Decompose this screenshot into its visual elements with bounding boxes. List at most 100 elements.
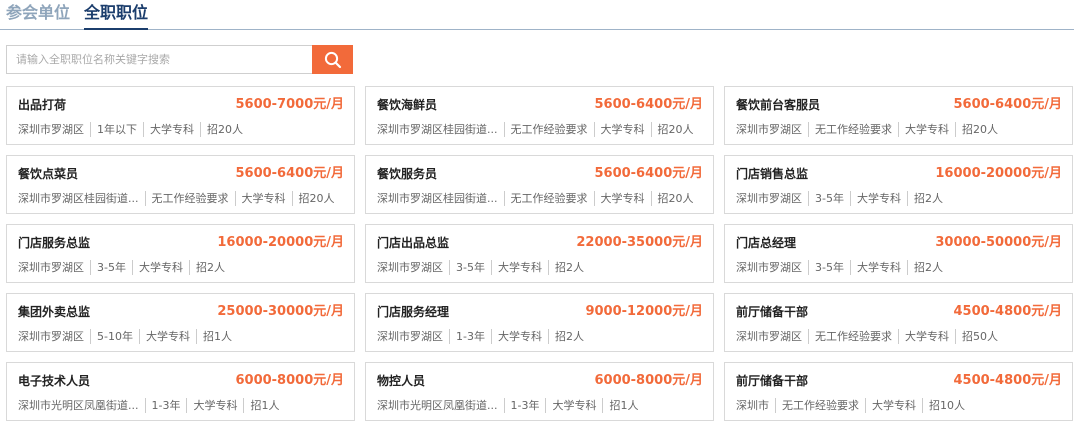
job-card[interactable]: 前厅储备干部 4500-4800元/月 深圳市 无工作经验要求 大学专科 招10人 [724, 362, 1073, 421]
job-title[interactable]: 电子技术人员 [18, 373, 90, 390]
job-location: 深圳市罗湖区 [736, 192, 802, 205]
tab-bar: 参会单位 全职职位 [0, 0, 1074, 30]
job-card[interactable]: 集团外卖总监 25000-30000元/月 深圳市罗湖区 5-10年 大学专科 招1人 [6, 293, 355, 352]
job-experience: 无工作经验要求 [503, 122, 594, 137]
job-meta: 深圳市罗湖区 5-10年 大学专科 招1人 [18, 329, 238, 344]
job-experience: 无工作经验要求 [503, 191, 594, 206]
job-meta: 深圳市罗湖区 3-5年 大学专科 招2人 [736, 260, 949, 275]
job-card[interactable]: 电子技术人员 6000-8000元/月 深圳市光明区凤凰街道... 1-3年 大学专科招… [6, 362, 355, 421]
job-card[interactable]: 餐饮服务员 5600-6400元/月 深圳市罗湖区桂园街道... 无工作经验要求 大学专… [365, 155, 714, 214]
tab-fulltime-jobs[interactable]: 全职职位 [84, 2, 149, 30]
job-salary: 5600-6400元/月 [953, 97, 1062, 112]
job-headcount: 招1人 [195, 329, 238, 344]
job-card[interactable]: 前厅储备干部 4500-4800元/月 深圳市罗湖区 无工作经验要求 大学专科 招50人 [724, 293, 1073, 352]
job-experience: 无工作经验要求 [775, 398, 865, 413]
job-education: 大学专科 [143, 122, 200, 137]
job-headcount: 招2人 [547, 260, 590, 275]
job-salary: 4500-4800元/月 [953, 373, 1062, 388]
job-title[interactable]: 出品打荷 [18, 97, 66, 114]
job-education: 大学专科 [593, 191, 651, 206]
search-bar [6, 45, 353, 74]
job-experience: 1-3年 [503, 398, 546, 413]
job-headcount: 招20人 [650, 122, 700, 137]
job-location: 深圳市罗湖区 [18, 330, 84, 343]
job-location: 深圳市 [736, 399, 769, 412]
job-card[interactable]: 餐饮前台客服员 5600-6400元/月深圳市罗湖区 无工作经验要求 大学专科 招20人 [724, 86, 1073, 145]
job-title[interactable]: 物控人员 [377, 373, 425, 390]
job-card[interactable]: 门店销售总监 16000-20000元/月 深圳市罗湖区 3-5年 大学专科 招2人 [724, 155, 1073, 214]
job-headcount: 招2人 [906, 260, 949, 275]
job-card[interactable]: 门店服务总监 16000-20000元/月深圳市罗湖区 3-5年 大学专科 招2人 [6, 224, 355, 283]
job-salary: 16000-20000元/月 [935, 166, 1062, 181]
job-meta: 深圳市罗湖区 3-5年 大学专科 招2人 [377, 260, 590, 275]
job-education: 大学专科 [186, 398, 243, 413]
job-education: 大学专科 [545, 398, 602, 413]
job-education: 大学专科 [898, 122, 955, 137]
job-experience: 3-5年 [808, 191, 850, 206]
job-title[interactable]: 门店总经理 [736, 235, 796, 252]
job-experience: 1年以下 [90, 122, 143, 137]
job-location: 深圳市罗湖区 [736, 261, 802, 274]
job-education: 大学专科 [138, 329, 196, 344]
job-salary: 6000-8000元/月 [235, 373, 344, 388]
job-location: 深圳市罗湖区桂园街道... [377, 123, 498, 136]
job-title[interactable]: 前厅储备干部 [736, 304, 808, 321]
job-meta: 深圳市罗湖区 3-5年 大学专科 招2人 [18, 260, 231, 275]
job-experience: 1-3年 [449, 329, 491, 344]
job-meta: 深圳市罗湖区 1年以下 大学专科 招20人 [18, 122, 249, 137]
job-card[interactable]: 餐饮点菜员 5600-6400元/月深圳市罗湖区桂园街道... 无工作经验要求 大学专… [6, 155, 355, 214]
job-location: 深圳市光明区凤凰街道... [377, 399, 498, 412]
job-headcount: 招2人 [547, 329, 590, 344]
job-card[interactable]: 门店总经理 30000-50000元/月 深圳市罗湖区 3-5年 大学专科 招2人 [724, 224, 1073, 283]
job-title[interactable]: 餐饮海鲜员 [377, 97, 437, 114]
job-headcount: 招20人 [650, 191, 700, 206]
job-headcount: 招2人 [188, 260, 231, 275]
job-headcount: 招50人 [955, 329, 1004, 344]
job-title[interactable]: 餐饮服务员 [377, 166, 437, 183]
tab-exhibitors[interactable]: 参会单位 [6, 2, 70, 24]
job-location: 深圳市罗湖区 [18, 123, 84, 136]
job-card[interactable]: 门店服务经理 9000-12000元/月 深圳市罗湖区 1-3年 大学专科 招2人 [365, 293, 714, 352]
job-title[interactable]: 门店销售总监 [736, 166, 808, 183]
job-salary: 16000-20000元/月 [217, 235, 344, 250]
job-headcount: 招20人 [200, 122, 249, 137]
job-salary: 9000-12000元/月 [585, 304, 703, 319]
job-education: 大学专科 [898, 329, 955, 344]
job-experience: 1-3年 [144, 398, 187, 413]
job-education: 大学专科 [849, 191, 907, 206]
job-location: 深圳市罗湖区桂园街道... [377, 192, 498, 205]
job-experience: 3-5年 [808, 260, 850, 275]
job-headcount: 招20人 [955, 122, 1004, 137]
job-education: 大学专科 [490, 329, 548, 344]
job-education: 大学专科 [490, 260, 548, 275]
job-meta: 深圳市罗湖区 无工作经验要求 大学专科 招20人 [736, 122, 1004, 137]
job-meta: 深圳市罗湖区桂园街道... 无工作经验要求 大学专科 招20人 [18, 191, 341, 206]
job-salary: 5600-6400元/月 [235, 166, 344, 181]
job-experience: 3-5年 [449, 260, 491, 275]
job-location: 深圳市罗湖区 [736, 123, 802, 136]
job-title[interactable]: 前厅储备干部 [736, 373, 808, 390]
job-education: 大学专科 [131, 260, 189, 275]
job-card[interactable]: 物控人员 6000-8000元/月 深圳市光明区凤凰街道... 1-3年 大学专科 招1人 [365, 362, 714, 421]
job-location: 深圳市罗湖区 [18, 261, 84, 274]
job-headcount: 招10人 [922, 398, 971, 413]
search-input[interactable] [6, 45, 312, 74]
search-button[interactable] [312, 45, 353, 74]
job-salary: 6000-8000元/月 [594, 373, 703, 388]
job-meta: 深圳市罗湖区 无工作经验要求 大学专科 招50人 [736, 329, 1004, 344]
job-title[interactable]: 集团外卖总监 [18, 304, 90, 321]
job-meta: 深圳市光明区凤凰街道... 1-3年 大学专科 招1人 [377, 398, 644, 413]
job-title[interactable]: 门店服务经理 [377, 304, 449, 321]
job-card[interactable]: 餐饮海鲜员 5600-6400元/月 深圳市罗湖区桂园街道... 无工作经验要求 大学专… [365, 86, 714, 145]
job-card[interactable]: 出品打荷 5600-7000元/月 深圳市罗湖区 1年以下 大学专科 招20人 [6, 86, 355, 145]
job-title[interactable]: 门店服务总监 [18, 235, 90, 252]
job-title[interactable]: 餐饮前台客服员 [736, 97, 820, 114]
job-meta: 深圳市罗湖区 3-5年 大学专科 招2人 [736, 191, 949, 206]
job-experience: 无工作经验要求 [144, 191, 235, 206]
job-title[interactable]: 餐饮点菜员 [18, 166, 78, 183]
job-education: 大学专科 [849, 260, 907, 275]
job-title[interactable]: 门店出品总监 [377, 235, 449, 252]
job-card[interactable]: 门店出品总监 22000-35000元/月 深圳市罗湖区 3-5年 大学专科 招2人 [365, 224, 714, 283]
job-experience: 3-5年 [90, 260, 132, 275]
job-education: 大学专科 [593, 122, 651, 137]
